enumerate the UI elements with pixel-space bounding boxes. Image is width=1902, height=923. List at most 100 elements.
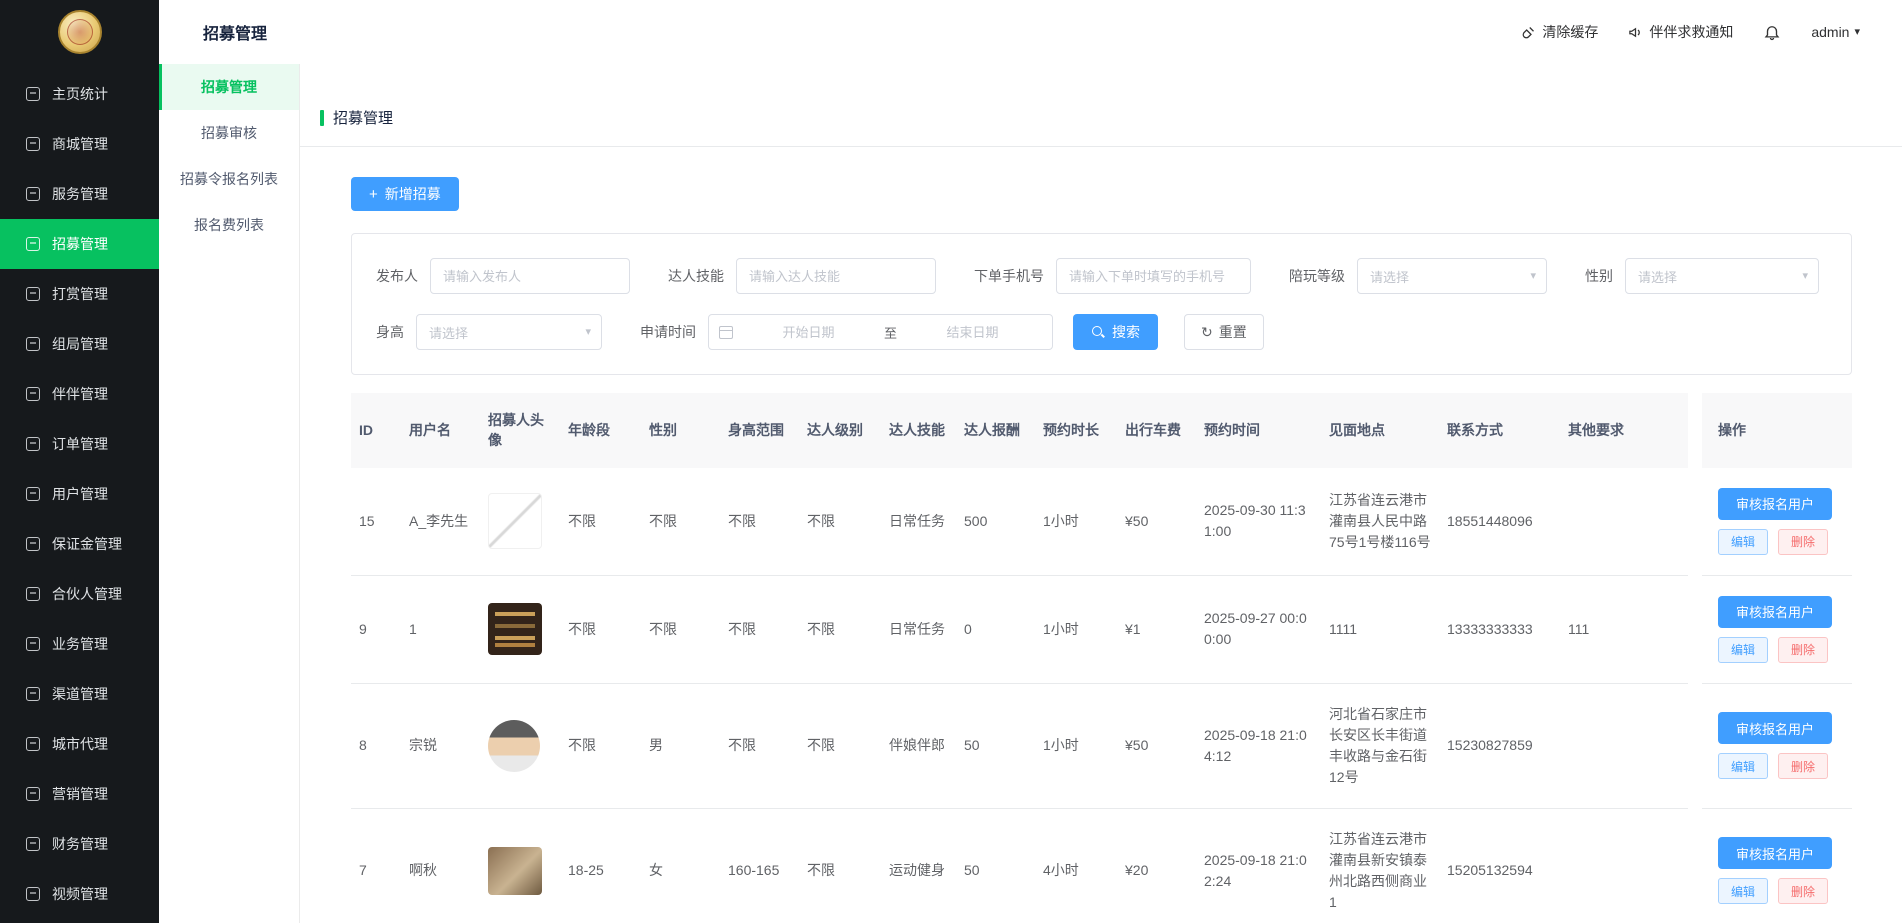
sidebar-item-business[interactable]: 业务管理: [0, 619, 159, 669]
submenu-item-signup-list[interactable]: 招募令报名列表: [159, 156, 299, 202]
sidebar-item-label: 营销管理: [52, 784, 108, 804]
search-button[interactable]: 搜索: [1073, 314, 1158, 350]
sidebar-item-label: 业务管理: [52, 634, 108, 654]
sidebar-item-companions[interactable]: 伴伴管理: [0, 369, 159, 419]
submenu-item-recruit-manage[interactable]: 招募管理: [159, 64, 299, 110]
video-icon: [26, 887, 40, 901]
submenu-item-label: 招募令报名列表: [180, 169, 278, 189]
cell-id: 15: [351, 468, 401, 576]
start-date-input[interactable]: [739, 325, 878, 340]
search-button-label: 搜索: [1112, 322, 1140, 342]
column-header-actions: 操作: [1702, 393, 1852, 468]
review-applicants-button[interactable]: 审核报名用户: [1718, 596, 1832, 628]
add-recruit-button[interactable]: + 新增招募: [351, 177, 459, 211]
cell-time: 2025-09-18 21:02:24: [1196, 808, 1321, 923]
chevron-down-icon: ▾: [585, 327, 591, 338]
reset-button[interactable]: ↻ 重置: [1184, 314, 1264, 350]
megaphone-icon: [1628, 25, 1643, 40]
channel-icon: [26, 687, 40, 701]
skill-label: 达人技能: [668, 266, 724, 286]
sidebar-item-rewards[interactable]: 打赏管理: [0, 269, 159, 319]
sidebar-item-city-agents[interactable]: 城市代理: [0, 719, 159, 769]
clear-cache-button[interactable]: 清除缓存: [1521, 22, 1598, 42]
height-select-placeholder: 请选择: [429, 323, 468, 342]
sidebar-item-label: 财务管理: [52, 834, 108, 854]
apply-time-range[interactable]: 至: [708, 314, 1053, 350]
main-sidebar: 主页统计 商城管理 服务管理 招募管理 打赏管理 组局管理 伴伴管理 订单管理 …: [0, 0, 159, 923]
sidebar-item-orders[interactable]: 订单管理: [0, 419, 159, 469]
sidebar-item-partners[interactable]: 合伙人管理: [0, 569, 159, 619]
page-title-accent: [320, 110, 324, 126]
submenu-item-signup-fee-list[interactable]: 报名费列表: [159, 202, 299, 248]
publisher-input[interactable]: [430, 258, 630, 294]
skill-input[interactable]: [736, 258, 936, 294]
mall-icon: [26, 137, 40, 151]
column-header-username: 用户名: [401, 393, 480, 468]
sidebar-item-label: 组局管理: [52, 334, 108, 354]
review-applicants-button[interactable]: 审核报名用户: [1718, 837, 1832, 869]
sidebar-item-group-games[interactable]: 组局管理: [0, 319, 159, 369]
review-applicants-button[interactable]: 审核报名用户: [1718, 712, 1832, 744]
action-cell: 审核报名用户 编辑 删除: [1718, 488, 1844, 555]
delete-button[interactable]: 删除: [1778, 637, 1828, 663]
cell-age: 不限: [560, 575, 641, 683]
cell-fare: ¥1: [1117, 575, 1196, 683]
cell-skill: 日常任务: [881, 575, 956, 683]
sidebar-item-label: 渠道管理: [52, 684, 108, 704]
cell-id: 9: [351, 575, 401, 683]
edit-button[interactable]: 编辑: [1718, 637, 1768, 663]
cell-actions: 审核报名用户 编辑 删除: [1702, 808, 1852, 923]
gender-select[interactable]: 请选择 ▾: [1625, 258, 1819, 294]
username-label: admin: [1811, 24, 1849, 40]
cell-time: 2025-09-27 00:00:00: [1196, 575, 1321, 683]
order-icon: [26, 437, 40, 451]
filter-phone: 下单手机号: [974, 258, 1251, 294]
sidebar-item-home-stats[interactable]: 主页统计: [0, 69, 159, 119]
companion-icon: [26, 387, 40, 401]
recruiter-avatar: [488, 720, 540, 772]
sidebar-item-marketing[interactable]: 营销管理: [0, 769, 159, 819]
level-label: 陪玩等级: [1289, 266, 1345, 286]
cell-contact: 15230827859: [1439, 683, 1560, 808]
column-header-duration: 预约时长: [1035, 393, 1117, 468]
sidebar-item-label: 视频管理: [52, 884, 108, 904]
phone-input[interactable]: [1056, 258, 1251, 294]
sidebar-item-label: 城市代理: [52, 734, 108, 754]
level-select[interactable]: 请选择 ▾: [1357, 258, 1547, 294]
cell-username: 宗锐: [401, 683, 480, 808]
cell-other: 111: [1560, 575, 1688, 683]
delete-button[interactable]: 删除: [1778, 529, 1828, 555]
end-date-input[interactable]: [903, 325, 1042, 340]
user-menu[interactable]: admin ▾: [1811, 24, 1860, 40]
sidebar-item-videos[interactable]: 视频管理: [0, 869, 159, 919]
column-header-fare: 出行车费: [1117, 393, 1196, 468]
cell-fare: ¥50: [1117, 683, 1196, 808]
delete-button[interactable]: 删除: [1778, 878, 1828, 904]
cell-level: 不限: [799, 575, 881, 683]
notifications-button[interactable]: [1763, 23, 1781, 41]
sidebar-item-services[interactable]: 服务管理: [0, 169, 159, 219]
edit-button[interactable]: 编辑: [1718, 753, 1768, 779]
sidebar-item-mall[interactable]: 商城管理: [0, 119, 159, 169]
sidebar-item-deposits[interactable]: 保证金管理: [0, 519, 159, 569]
sidebar-item-users[interactable]: 用户管理: [0, 469, 159, 519]
review-applicants-button[interactable]: 审核报名用户: [1718, 488, 1832, 520]
cell-location: 江苏省连云港市灌南县新安镇泰州北路西侧商业1: [1321, 808, 1439, 923]
business-icon: [26, 637, 40, 651]
edit-button[interactable]: 编辑: [1718, 529, 1768, 555]
sidebar-item-channels[interactable]: 渠道管理: [0, 669, 159, 719]
cell-avatar: [480, 808, 560, 923]
sidebar-item-label: 合伙人管理: [52, 584, 122, 604]
sidebar-item-finance[interactable]: 财务管理: [0, 819, 159, 869]
sidebar-item-recruitment[interactable]: 招募管理: [0, 219, 159, 269]
height-select[interactable]: 请选择 ▾: [416, 314, 602, 350]
filter-row-1: 发布人 达人技能 下单手机号: [376, 258, 1827, 294]
rescue-notice-button[interactable]: 伴伴求救通知: [1628, 22, 1733, 42]
delete-button[interactable]: 删除: [1778, 753, 1828, 779]
phone-label: 下单手机号: [974, 266, 1044, 286]
submenu-item-recruit-review[interactable]: 招募审核: [159, 110, 299, 156]
cell-other: [1560, 808, 1688, 923]
edit-button[interactable]: 编辑: [1718, 878, 1768, 904]
page-title-wrap: 招募管理: [320, 107, 393, 128]
cell-skill: 运动健身: [881, 808, 956, 923]
